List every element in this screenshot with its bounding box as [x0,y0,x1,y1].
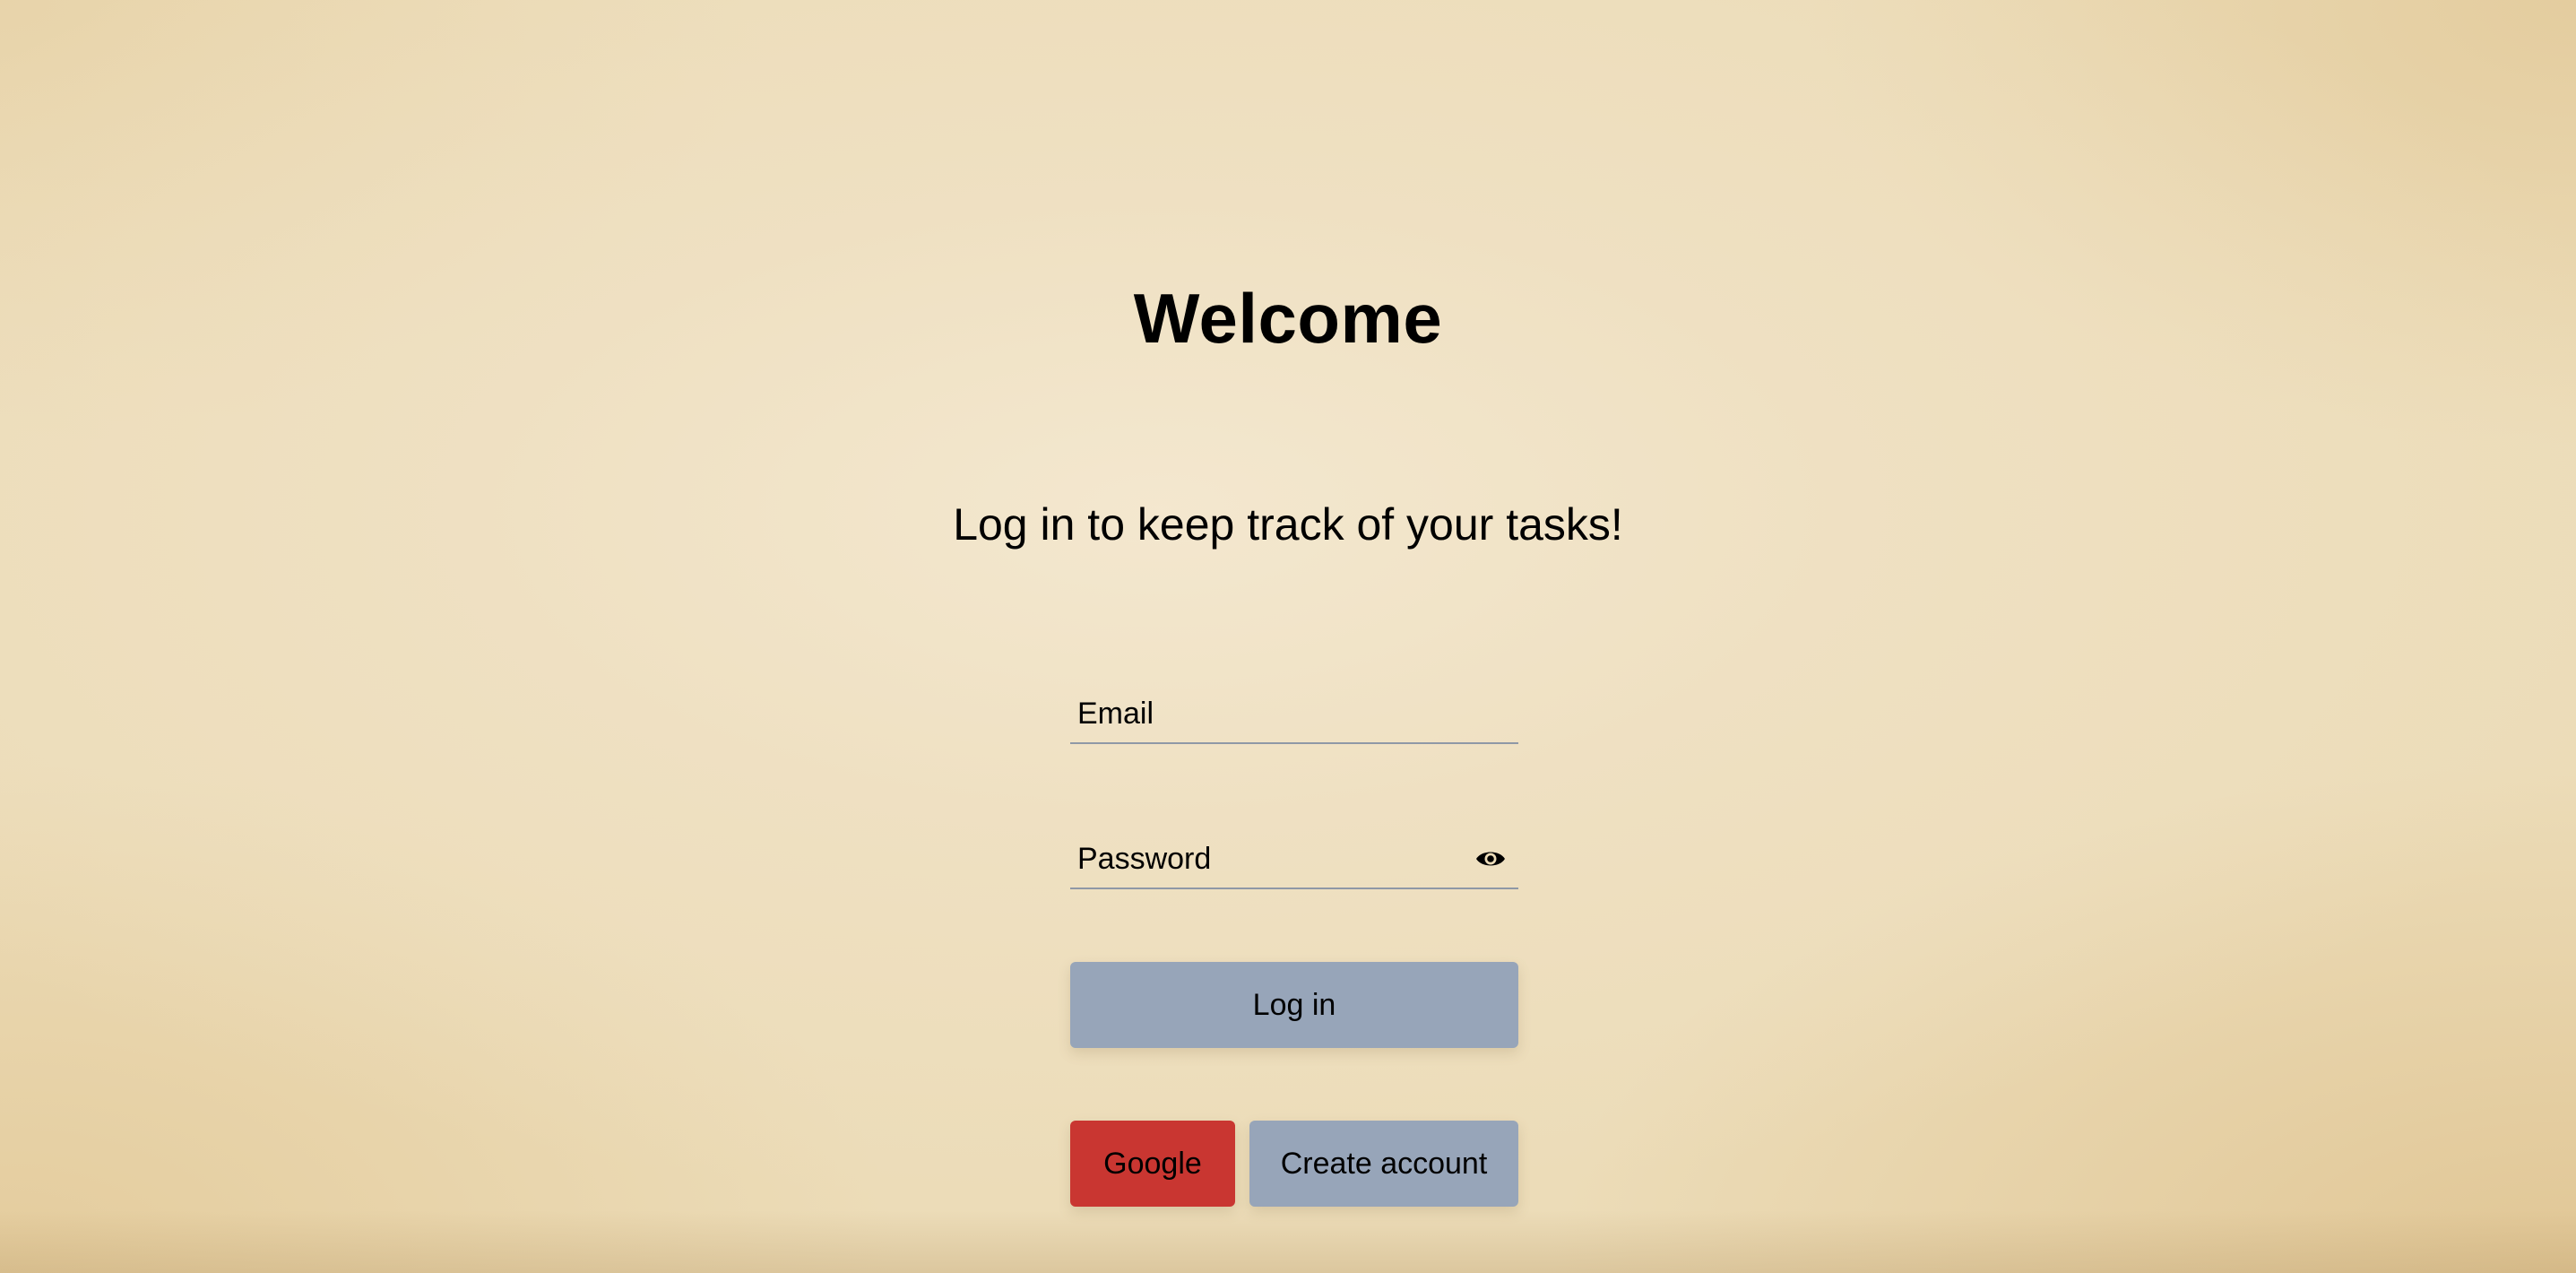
login-button[interactable]: Log in [1070,962,1518,1048]
google-button[interactable]: Google [1070,1121,1235,1207]
page-title: Welcome [1133,279,1443,358]
password-input[interactable] [1070,818,1518,888]
email-field [1070,672,1518,744]
eye-icon[interactable] [1475,848,1506,870]
login-page: Welcome Log in to keep track of your tas… [0,0,2576,1273]
email-input[interactable] [1070,672,1518,742]
login-form: Log in Google Create account [1070,672,1518,1207]
password-field [1070,818,1518,889]
page-subtitle: Log in to keep track of your tasks! [953,499,1623,550]
alternative-actions: Google Create account [1070,1121,1518,1207]
create-account-button[interactable]: Create account [1249,1121,1518,1207]
